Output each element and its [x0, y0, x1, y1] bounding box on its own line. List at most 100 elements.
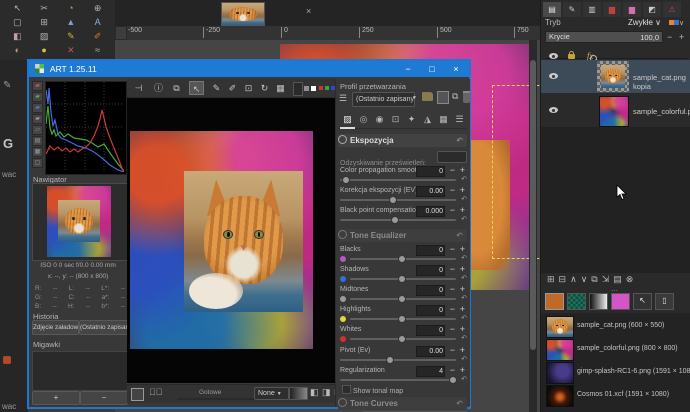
- slider-track[interactable]: [340, 359, 456, 361]
- history-item-last-saved[interactable]: (Ostatnio zapisany): [79, 320, 128, 335]
- slider-reset-icon[interactable]: ↶: [461, 254, 467, 262]
- tool-icon[interactable]: ⊞: [31, 16, 58, 30]
- tone-equalizer-section-header[interactable]: Tone Equalizer ↶: [338, 229, 467, 242]
- pencil-tool-icon[interactable]: ✎: [58, 30, 85, 44]
- slider-track[interactable]: [350, 298, 456, 300]
- histogram-scale-toggle[interactable]: ▦: [32, 147, 43, 157]
- plus-button[interactable]: +: [460, 366, 465, 375]
- layer-visibility-icon[interactable]: [549, 73, 558, 79]
- anchor-layer-button[interactable]: ⇲: [602, 274, 610, 290]
- layer-thumbnail[interactable]: [599, 96, 629, 127]
- pointer-tab-icon[interactable]: ↖: [633, 293, 652, 310]
- minus-button[interactable]: −: [450, 346, 455, 355]
- swatch-white[interactable]: [311, 86, 316, 91]
- art-preview-canvas[interactable]: [127, 98, 335, 383]
- brushes-tab-icon[interactable]: ✎: [563, 2, 581, 17]
- trash-icon[interactable]: [463, 91, 470, 103]
- tool-icon[interactable]: ●: [31, 44, 58, 58]
- plus-button[interactable]: +: [460, 245, 465, 254]
- plus-button[interactable]: +: [460, 285, 465, 294]
- opacity-minus-button[interactable]: −: [667, 32, 672, 42]
- layer-row[interactable]: sample_colorful.png: [541, 94, 690, 127]
- list-item[interactable]: sample_colorful.png (800 × 800): [541, 338, 690, 360]
- tab-raw[interactable]: ▦: [436, 111, 451, 127]
- ruler-corner-button[interactable]: [115, 26, 127, 40]
- slider-track[interactable]: [350, 338, 456, 340]
- minus-button[interactable]: −: [450, 325, 455, 334]
- slider-track[interactable]: [340, 199, 456, 201]
- slider-reset-icon[interactable]: ↶: [461, 314, 467, 322]
- new-group-button[interactable]: ⊟: [559, 274, 567, 290]
- remove-snapshot-button[interactable]: −: [80, 391, 128, 405]
- histogram-luma-toggle[interactable]: ▰: [32, 114, 43, 124]
- list-item[interactable]: sample_cat.png (600 × 550): [541, 315, 690, 337]
- tab-effects[interactable]: ✦: [404, 111, 419, 127]
- add-snapshot-button[interactable]: +: [32, 391, 80, 405]
- slider-track[interactable]: [340, 219, 456, 221]
- raise-layer-button[interactable]: ∧: [570, 274, 577, 290]
- document-tab-icon[interactable]: ▯: [655, 293, 674, 310]
- power-icon[interactable]: [338, 398, 347, 407]
- mode-switch-icon[interactable]: ∨: [669, 18, 685, 28]
- plus-button[interactable]: +: [460, 186, 465, 195]
- opacity-slider[interactable]: Krycie 100,0: [545, 31, 663, 43]
- plus-button[interactable]: +: [460, 305, 465, 314]
- channels-tab-icon[interactable]: ▥: [583, 2, 601, 17]
- slider-value[interactable]: 4: [416, 366, 445, 377]
- tool-icon[interactable]: ✕: [58, 44, 85, 58]
- tool-icon[interactable]: ≈: [84, 44, 111, 58]
- images-tab-icon[interactable]: [545, 293, 564, 310]
- slider-value[interactable]: 0.00: [416, 346, 445, 357]
- slider-value[interactable]: 0: [416, 285, 445, 296]
- minus-button[interactable]: −: [450, 166, 455, 175]
- tab-metadata[interactable]: ☰: [452, 111, 467, 127]
- canvas-vscrollbar[interactable]: [529, 40, 537, 412]
- palette-tab-icon[interactable]: [611, 293, 630, 310]
- hl-recovery-select[interactable]: [437, 151, 467, 163]
- tool-icon[interactable]: ◐: [4, 44, 31, 58]
- layer-row-selected[interactable]: sample_cat.png kopia: [541, 60, 690, 93]
- slider-value[interactable]: 0: [416, 325, 445, 336]
- histogram-chroma-toggle[interactable]: ▱: [32, 125, 43, 135]
- tool-icon[interactable]: ▢: [4, 16, 31, 30]
- reset-icon[interactable]: ↶: [456, 134, 463, 147]
- slider-reset-icon[interactable]: ↶: [461, 195, 467, 203]
- paste-profile-icon[interactable]: ⧉: [452, 91, 458, 102]
- hand-tool-icon[interactable]: ↖: [189, 81, 204, 95]
- layer-visibility-icon[interactable]: [549, 107, 558, 113]
- straighten-tool-icon[interactable]: ✐: [225, 81, 240, 95]
- text-tool-icon[interactable]: A: [84, 16, 111, 30]
- visibility-header-icon[interactable]: [549, 53, 558, 59]
- tab-local[interactable]: ⊡: [388, 111, 403, 127]
- histogram-green-toggle[interactable]: ▰: [32, 92, 43, 102]
- swatch-red[interactable]: [319, 86, 323, 90]
- image-tab-thumbnail[interactable]: [221, 2, 265, 26]
- profile-list-icon[interactable]: ☰: [339, 93, 347, 104]
- save-icon[interactable]: [131, 388, 144, 401]
- crop-tool-icon[interactable]: ⊡: [241, 81, 256, 95]
- layer-thumbnail[interactable]: [597, 61, 629, 92]
- show-tonal-map-row[interactable]: Show tonal map: [342, 385, 403, 395]
- tone-curves-section-header[interactable]: Tone Curves ↶: [338, 397, 467, 410]
- thumbnail-toggle[interactable]: [289, 387, 308, 400]
- art-title-bar[interactable]: ART 1.25.11 − □ ×: [29, 61, 469, 77]
- swatch-gray[interactable]: [304, 86, 309, 91]
- swatch-green[interactable]: [325, 86, 329, 90]
- slider-track[interactable]: [350, 318, 456, 320]
- close-button[interactable]: ×: [445, 61, 467, 77]
- slider-track[interactable]: [340, 179, 456, 181]
- list-item[interactable]: Cosmos 01.xcf (1591 × 1080): [541, 384, 690, 406]
- slider-value[interactable]: 0: [416, 166, 445, 177]
- power-icon[interactable]: [338, 230, 347, 239]
- slider-value[interactable]: 0.000: [416, 206, 445, 217]
- minus-button[interactable]: −: [450, 206, 455, 215]
- slider-value[interactable]: 0.00: [416, 186, 445, 197]
- slider-reset-icon[interactable]: ↶: [461, 294, 467, 302]
- tool-icon[interactable]: ✂: [31, 2, 58, 16]
- delete-layer-button[interactable]: ⊗: [626, 274, 634, 290]
- save-profile-icon[interactable]: [437, 91, 449, 104]
- snapshots-list[interactable]: [32, 351, 128, 391]
- slider-reset-icon[interactable]: ↶: [461, 355, 467, 363]
- slider-reset-icon[interactable]: ↶: [461, 375, 467, 383]
- list-item[interactable]: gimp-splash-RC1-6.png (1591 × 1080): [541, 361, 690, 383]
